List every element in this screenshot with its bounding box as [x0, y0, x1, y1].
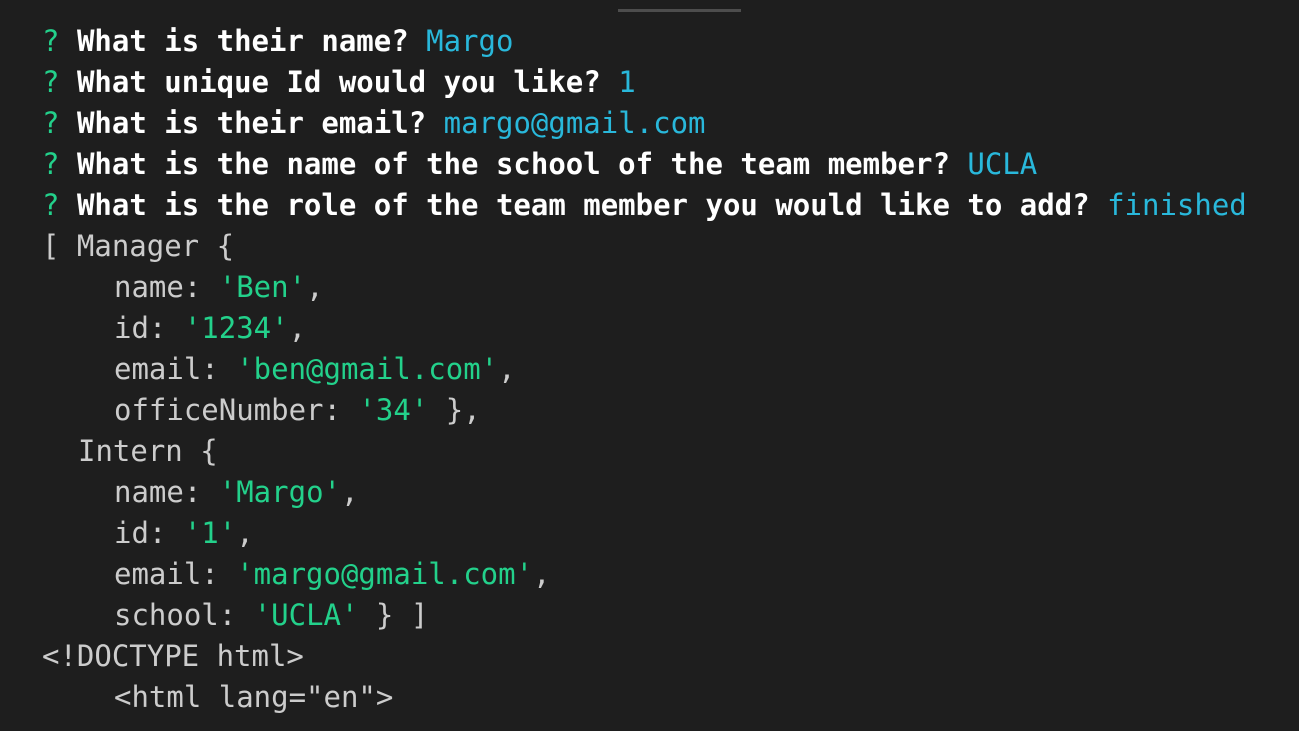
manager-id-value: '1234'	[183, 311, 289, 345]
intern-school-row: school: 'UCLA' } ]	[114, 595, 428, 636]
manager-office-end: },	[428, 393, 481, 427]
manager-id-end: ,	[288, 311, 307, 345]
manager-name-end: ,	[306, 270, 324, 304]
intern-school-end: } ]	[358, 598, 429, 632]
prompt-marker: ?	[42, 188, 60, 222]
prompt-answer: margo@gmail.com	[443, 106, 706, 140]
prompt-line-school: ? What is the name of the school of the …	[42, 144, 1037, 185]
intern-school-value: 'UCLA'	[253, 598, 359, 632]
intern-open: Intern {	[78, 434, 218, 468]
intern-name-end: ,	[340, 475, 359, 509]
intern-id-row: id: '1',	[114, 513, 254, 554]
intern-school-key: school:	[114, 598, 254, 632]
manager-email-value: 'ben@gmail.com'	[236, 352, 499, 386]
prompt-marker: ?	[42, 65, 60, 99]
intern-email-key: email:	[114, 557, 237, 591]
prompt-line-role: ? What is the role of the team member yo…	[42, 185, 1247, 226]
manager-email-row: email: 'ben@gmail.com',	[114, 349, 516, 390]
terminal-panel[interactable]: ? What is their name? Margo ? What uniqu…	[0, 0, 1299, 731]
intern-id-value: '1'	[183, 516, 237, 550]
prompt-question: What is their email?	[76, 106, 427, 140]
html-tag-line: <html lang="en">	[114, 680, 394, 714]
manager-id-key: id:	[114, 311, 184, 345]
prompt-line-email: ? What is their email? margo@gmail.com	[42, 103, 706, 144]
manager-name-value: 'Ben'	[218, 270, 307, 304]
prompt-answer: finished	[1107, 188, 1247, 222]
intern-email-row: email: 'margo@gmail.com',	[114, 554, 551, 595]
manager-office-row: officeNumber: '34' },	[114, 390, 481, 431]
intern-email-value: 'margo@gmail.com'	[236, 557, 534, 591]
prompt-answer: 1	[618, 65, 636, 99]
intern-email-end: ,	[533, 557, 551, 591]
prompt-question: What is their name?	[76, 24, 409, 58]
manager-id-row: id: '1234',	[114, 308, 306, 349]
intern-name-row: name: 'Margo',	[114, 472, 358, 513]
prompt-line-name: ? What is their name? Margo	[42, 21, 513, 62]
prompt-question: What is the name of the school of the te…	[76, 147, 950, 181]
doctype-line: <!DOCTYPE html>	[42, 639, 304, 673]
manager-email-key: email:	[114, 352, 237, 386]
prompt-marker: ?	[42, 24, 60, 58]
intern-id-key: id:	[114, 516, 184, 550]
manager-email-end: ,	[498, 352, 516, 386]
prompt-marker: ?	[42, 147, 60, 181]
intern-name-value: 'Margo'	[218, 475, 341, 509]
manager-name-row: name: 'Ben',	[114, 267, 324, 308]
manager-name-key: name:	[114, 270, 219, 304]
prompt-answer: UCLA	[967, 147, 1038, 181]
manager-office-key: officeNumber:	[114, 393, 359, 427]
intern-name-key: name:	[114, 475, 219, 509]
prompt-question: What is the role of the team member you …	[76, 188, 1090, 222]
scroll-indicator	[618, 9, 741, 12]
manager-open: [ Manager {	[42, 229, 235, 263]
intern-id-end: ,	[236, 516, 254, 550]
prompt-line-id: ? What unique Id would you like? 1	[42, 62, 636, 103]
manager-office-value: '34'	[358, 393, 429, 427]
prompt-marker: ?	[42, 106, 60, 140]
prompt-answer: Margo	[426, 24, 514, 58]
prompt-question: What unique Id would you like?	[76, 65, 601, 99]
